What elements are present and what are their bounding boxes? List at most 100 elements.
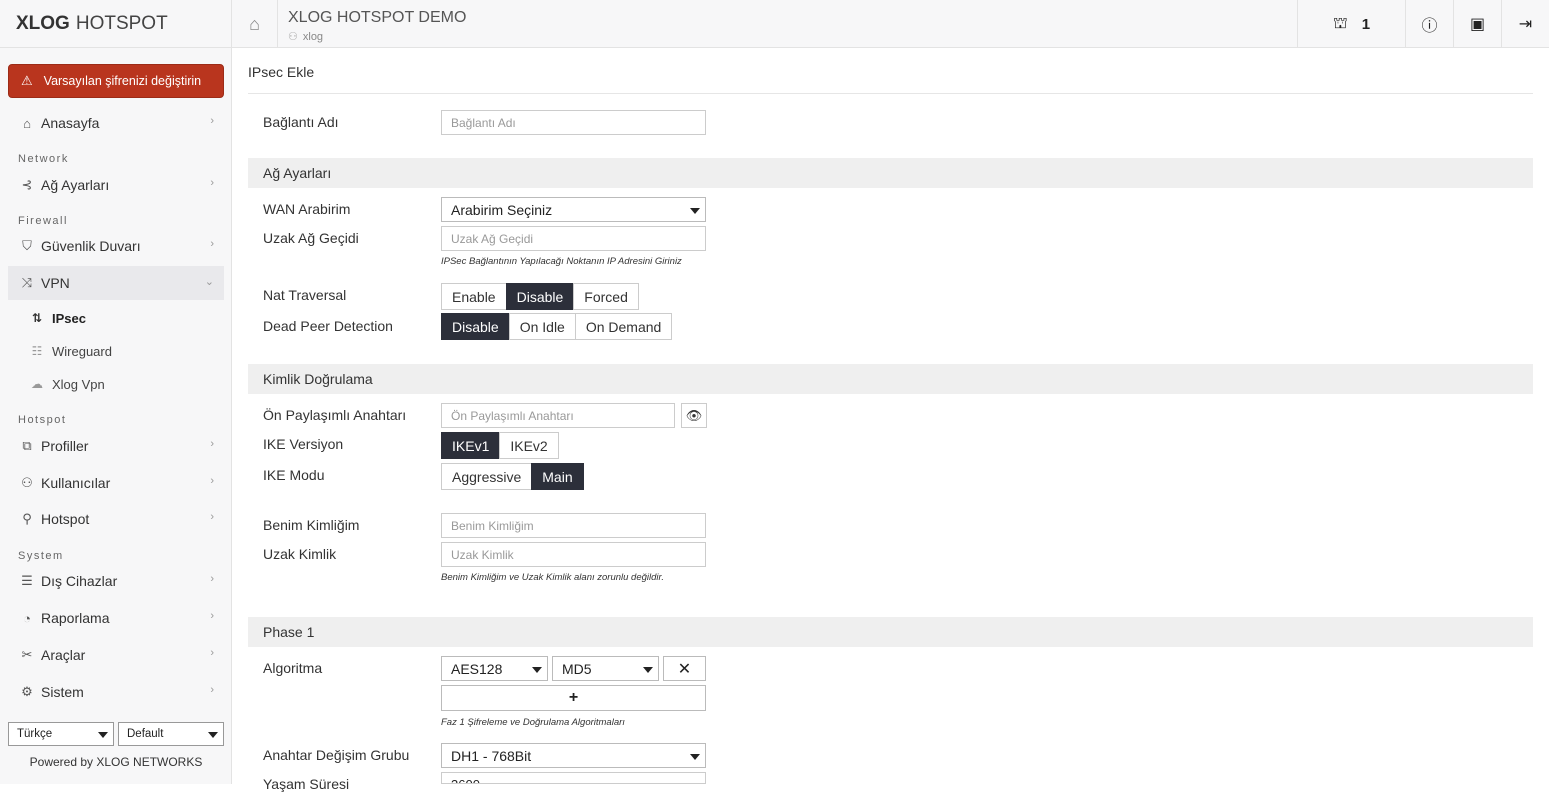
sidebar-item-label: Kullanıcılar bbox=[41, 475, 111, 491]
sidebar-item-label: Sistem bbox=[41, 684, 84, 700]
sidebar-item-label: VPN bbox=[41, 275, 70, 291]
dpd-option-ondemand[interactable]: On Demand bbox=[574, 313, 673, 340]
router-icon: ⌂ bbox=[232, 0, 278, 48]
ike-mode-toggle-group: Aggressive Main bbox=[441, 463, 584, 490]
remove-algorithm-button[interactable]: ✕ bbox=[663, 656, 706, 681]
encryption-select[interactable]: AES128 bbox=[441, 656, 548, 681]
ike-mode-aggressive[interactable]: Aggressive bbox=[441, 463, 533, 490]
language-select[interactable]: Türkçe bbox=[8, 722, 114, 746]
ike-version-label: IKE Versiyon bbox=[263, 436, 344, 452]
brand-rest: HOTSPOT bbox=[75, 12, 168, 34]
sidebar-item-devices[interactable]: ☰ Dış Cihazlar › bbox=[8, 564, 224, 598]
section-phase1: Phase 1 bbox=[248, 617, 1533, 647]
remote-id-label: Uzak Kimlik bbox=[263, 546, 337, 562]
sidebar-item-home[interactable]: ⌂ Anasayfa › bbox=[8, 106, 224, 140]
users-icon: ⚇ bbox=[21, 475, 33, 490]
home-icon: ⌂ bbox=[23, 115, 31, 131]
top-header: ⌂ XLOG HOTSPOT DEMO ⚇ xlog ⛫ 1 ⓘ ▣ ⇥ bbox=[232, 0, 1549, 48]
tools-icon: ✂ bbox=[21, 647, 33, 662]
chevron-right-icon: › bbox=[210, 610, 214, 622]
psk-input[interactable]: Ön Paylaşımlı Anahtarı bbox=[441, 403, 675, 428]
info-button[interactable]: ⓘ bbox=[1405, 0, 1453, 48]
theme-select[interactable]: Default bbox=[118, 722, 224, 746]
page-title: IPsec Ekle bbox=[248, 64, 315, 80]
show-password-button[interactable]: 👁 bbox=[681, 403, 707, 428]
online-users-button[interactable]: ⛫ 1 bbox=[1297, 0, 1405, 48]
save-button[interactable]: ▣ bbox=[1453, 0, 1501, 48]
caret-down-icon bbox=[690, 754, 700, 760]
remote-gw-help: IPSec Bağlantının Yapılacağı Noktanın IP… bbox=[441, 256, 682, 267]
add-algorithm-button[interactable]: + bbox=[441, 685, 706, 711]
remote-id-input[interactable]: Uzak Kimlik bbox=[441, 542, 706, 567]
my-id-label: Benim Kimliğim bbox=[263, 517, 360, 533]
caret-down-icon bbox=[208, 732, 218, 738]
remote-gw-input[interactable]: Uzak Ağ Geçidi bbox=[441, 226, 706, 251]
nat-option-forced[interactable]: Forced bbox=[573, 283, 639, 310]
chevron-right-icon: › bbox=[210, 647, 214, 659]
sidebar-item-firewall[interactable]: ⛉ Güvenlik Duvarı › bbox=[8, 229, 224, 263]
sidebar: XLOG HOTSPOT ⚠ Varsayılan şifrenizi deği… bbox=[0, 0, 232, 784]
save-icon: ▣ bbox=[1469, 16, 1486, 33]
online-count: 1 bbox=[1361, 15, 1371, 33]
section-network-settings: Ağ Ayarları bbox=[248, 158, 1533, 188]
sidebar-item-reports[interactable]: ◔ Raporlama › bbox=[8, 601, 224, 635]
chart-pie-icon: ◔ bbox=[23, 610, 31, 626]
sidebar-subitem-label: Xlog Vpn bbox=[52, 376, 105, 392]
lifetime-input[interactable]: 3600 bbox=[441, 772, 706, 784]
user-check-icon: ⚲ bbox=[22, 511, 32, 526]
cloud-icon: ☁ bbox=[31, 377, 43, 391]
sidebar-item-system[interactable]: ⚙ Sistem › bbox=[8, 675, 224, 709]
caret-down-icon bbox=[532, 667, 542, 673]
hash-value: MD5 bbox=[562, 660, 592, 677]
nat-option-disable[interactable]: Disable bbox=[505, 283, 575, 310]
change-password-alert[interactable]: ⚠ Varsayılan şifrenizi değiştirin bbox=[8, 64, 224, 98]
dh-group-select[interactable]: DH1 - 768Bit bbox=[441, 743, 706, 768]
sidebar-item-network[interactable]: ⊰ Ağ Ayarları › bbox=[8, 168, 224, 202]
sidebar-subitem-wireguard[interactable]: ☷ Wireguard bbox=[28, 339, 112, 363]
network-icon: ⊰ bbox=[21, 177, 33, 192]
identity-help: Benim Kimliğim ve Uzak Kimlik alanı zoru… bbox=[441, 572, 664, 583]
wireguard-icon: ☷ bbox=[31, 344, 43, 358]
ike-option-v1[interactable]: IKEv1 bbox=[441, 432, 501, 459]
sidebar-item-tools[interactable]: ✂ Araçlar › bbox=[8, 638, 224, 672]
wan-select[interactable]: Arabirim Seçiniz bbox=[441, 197, 706, 222]
chevron-right-icon: › bbox=[210, 177, 214, 189]
logout-icon: ⇥ bbox=[1518, 16, 1533, 33]
hash-select[interactable]: MD5 bbox=[552, 656, 659, 681]
dpd-option-disable[interactable]: Disable bbox=[441, 313, 510, 340]
server-icon: ☰ bbox=[21, 573, 33, 588]
conn-name-input[interactable]: Bağlantı Adı bbox=[441, 110, 706, 135]
sidebar-item-hotspot[interactable]: ⚲ Hotspot › bbox=[8, 502, 224, 536]
sidebar-subitem-xlogvpn[interactable]: ☁ Xlog Vpn bbox=[28, 372, 105, 396]
nat-option-enable[interactable]: Enable bbox=[441, 283, 507, 310]
users-online-icon: ⛫ bbox=[1332, 15, 1348, 32]
plus-icon: + bbox=[568, 689, 579, 706]
section-network: Network bbox=[18, 153, 69, 165]
chevron-right-icon: › bbox=[210, 511, 214, 523]
logout-button[interactable]: ⇥ bbox=[1501, 0, 1549, 48]
caret-down-icon bbox=[98, 732, 108, 738]
sidebar-item-label: Raporlama bbox=[41, 610, 110, 626]
ike-option-v2[interactable]: IKEv2 bbox=[499, 432, 559, 459]
my-id-input[interactable]: Benim Kimliğim bbox=[441, 513, 706, 538]
arrows-updown-icon: ⇅ bbox=[31, 311, 43, 325]
brand-logo[interactable]: XLOG HOTSPOT bbox=[0, 0, 231, 48]
sidebar-item-label: Güvenlik Duvarı bbox=[41, 238, 141, 254]
section-system: System bbox=[18, 550, 64, 562]
sidebar-subitem-ipsec[interactable]: ⇅ IPsec bbox=[28, 306, 86, 330]
eye-icon: 👁 bbox=[685, 407, 703, 423]
shield-icon: ⛉ bbox=[22, 238, 32, 253]
sidebar-item-vpn[interactable]: ⤨ VPN ⌄ bbox=[8, 266, 224, 300]
user-icon: ⚇ bbox=[288, 31, 298, 43]
sidebar-item-label: Hotspot bbox=[41, 511, 90, 527]
caret-down-icon bbox=[643, 667, 653, 673]
sidebar-item-label: Dış Cihazlar bbox=[41, 573, 118, 589]
sidebar-subitem-label: IPsec bbox=[52, 310, 86, 326]
sidebar-item-users[interactable]: ⚇ Kullanıcılar › bbox=[8, 466, 224, 500]
ike-mode-main[interactable]: Main bbox=[531, 463, 584, 490]
sidebar-item-profiles[interactable]: ⧉ Profiller › bbox=[8, 429, 224, 463]
algorithm-label: Algoritma bbox=[263, 660, 323, 676]
theme-value: Default bbox=[127, 728, 164, 740]
dpd-option-onidle[interactable]: On Idle bbox=[508, 313, 576, 340]
header-user-name: xlog bbox=[302, 31, 324, 43]
